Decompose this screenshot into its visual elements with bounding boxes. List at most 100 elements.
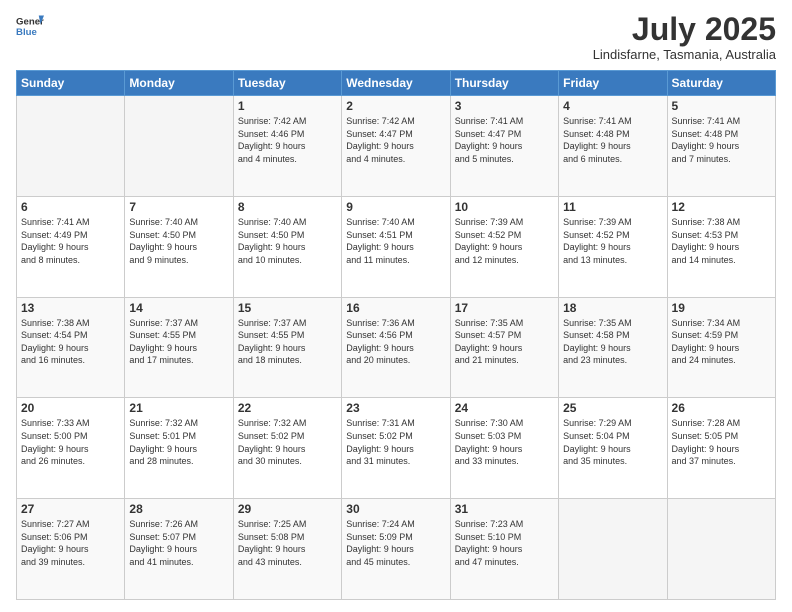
calendar-cell [559, 499, 667, 600]
col-header-saturday: Saturday [667, 71, 775, 96]
svg-text:Blue: Blue [16, 27, 37, 38]
calendar-cell [17, 96, 125, 197]
calendar-cell: 1 Sunrise: 7:42 AMSunset: 4:46 PMDaylight… [233, 96, 341, 197]
day-info: Sunrise: 7:39 AMSunset: 4:52 PMDaylight:… [455, 216, 554, 266]
day-number: 13 [21, 301, 120, 315]
calendar-cell [125, 96, 233, 197]
col-header-tuesday: Tuesday [233, 71, 341, 96]
day-number: 25 [563, 401, 662, 415]
day-info: Sunrise: 7:38 AMSunset: 4:53 PMDaylight:… [672, 216, 771, 266]
calendar-cell: 21Sunrise: 7:32 AMSunset: 5:01 PMDayligh… [125, 398, 233, 499]
day-info: Sunrise: 7:26 AMSunset: 5:07 PMDaylight:… [129, 518, 228, 568]
day-number: 10 [455, 200, 554, 214]
day-number: 3 [455, 99, 554, 113]
calendar-cell: 22Sunrise: 7:32 AMSunset: 5:02 PMDayligh… [233, 398, 341, 499]
calendar-cell: 31Sunrise: 7:23 AMSunset: 5:10 PMDayligh… [450, 499, 558, 600]
calendar-cell: 10 Sunrise: 7:39 AMSunset: 4:52 PMDayligh… [450, 196, 558, 297]
calendar-cell: 27Sunrise: 7:27 AMSunset: 5:06 PMDayligh… [17, 499, 125, 600]
day-info: Sunrise: 7:42 AMSunset: 4:47 PMDaylight:… [346, 115, 445, 165]
day-info: Sunrise: 7:30 AMSunset: 5:03 PMDaylight:… [455, 417, 554, 467]
day-info: Sunrise: 7:37 AMSunset: 4:55 PMDaylight:… [238, 317, 337, 367]
day-info: Sunrise: 7:38 AMSunset: 4:54 PMDaylight:… [21, 317, 120, 367]
day-info: Sunrise: 7:25 AMSunset: 5:08 PMDaylight:… [238, 518, 337, 568]
day-number: 21 [129, 401, 228, 415]
calendar-cell: 25 Sunrise: 7:29 AMSunset: 5:04 PMDayligh… [559, 398, 667, 499]
calendar-cell: 13 Sunrise: 7:38 AMSunset: 4:54 PMDayligh… [17, 297, 125, 398]
day-number: 19 [672, 301, 771, 315]
calendar-cell [667, 499, 775, 600]
day-number: 1 [238, 99, 337, 113]
day-info: Sunrise: 7:40 AMSunset: 4:51 PMDaylight:… [346, 216, 445, 266]
calendar-cell: 4Sunrise: 7:41 AMSunset: 4:48 PMDaylight… [559, 96, 667, 197]
day-info: Sunrise: 7:41 AMSunset: 4:48 PMDaylight:… [563, 115, 662, 165]
calendar-cell: 26 Sunrise: 7:28 AMSunset: 5:05 PMDayligh… [667, 398, 775, 499]
day-number: 17 [455, 301, 554, 315]
day-number: 18 [563, 301, 662, 315]
day-info: Sunrise: 7:36 AMSunset: 4:56 PMDaylight:… [346, 317, 445, 367]
calendar-cell: 15 Sunrise: 7:37 AMSunset: 4:55 PMDayligh… [233, 297, 341, 398]
day-number: 6 [21, 200, 120, 214]
day-number: 26 [672, 401, 771, 415]
col-header-friday: Friday [559, 71, 667, 96]
page: General Blue July 2025 Lindisfarne, Tasm… [0, 0, 792, 612]
day-number: 23 [346, 401, 445, 415]
day-number: 14 [129, 301, 228, 315]
location-subtitle: Lindisfarne, Tasmania, Australia [593, 47, 776, 62]
day-info: Sunrise: 7:39 AMSunset: 4:52 PMDaylight:… [563, 216, 662, 266]
calendar-header-row: SundayMondayTuesdayWednesdayThursdayFrid… [17, 71, 776, 96]
col-header-sunday: Sunday [17, 71, 125, 96]
calendar-cell: 29 Sunrise: 7:25 AMSunset: 5:08 PMDayligh… [233, 499, 341, 600]
col-header-monday: Monday [125, 71, 233, 96]
week-row-0: 1 Sunrise: 7:42 AMSunset: 4:46 PMDaylight… [17, 96, 776, 197]
day-info: Sunrise: 7:24 AMSunset: 5:09 PMDaylight:… [346, 518, 445, 568]
day-number: 27 [21, 502, 120, 516]
day-info: Sunrise: 7:41 AMSunset: 4:48 PMDaylight:… [672, 115, 771, 165]
day-info: Sunrise: 7:29 AMSunset: 5:04 PMDaylight:… [563, 417, 662, 467]
calendar-cell: 19Sunrise: 7:34 AMSunset: 4:59 PMDayligh… [667, 297, 775, 398]
day-number: 15 [238, 301, 337, 315]
calendar-cell: 30Sunrise: 7:24 AMSunset: 5:09 PMDayligh… [342, 499, 450, 600]
calendar-cell: 7Sunrise: 7:40 AMSunset: 4:50 PMDaylight… [125, 196, 233, 297]
day-number: 11 [563, 200, 662, 214]
day-number: 16 [346, 301, 445, 315]
day-info: Sunrise: 7:28 AMSunset: 5:05 PMDaylight:… [672, 417, 771, 467]
logo: General Blue [16, 12, 44, 40]
day-info: Sunrise: 7:42 AMSunset: 4:46 PMDaylight:… [238, 115, 337, 165]
calendar-cell: 3 Sunrise: 7:41 AMSunset: 4:47 PMDaylight… [450, 96, 558, 197]
day-info: Sunrise: 7:33 AMSunset: 5:00 PMDaylight:… [21, 417, 120, 467]
day-number: 12 [672, 200, 771, 214]
day-number: 8 [238, 200, 337, 214]
calendar-cell: 14 Sunrise: 7:37 AMSunset: 4:55 PMDayligh… [125, 297, 233, 398]
day-number: 28 [129, 502, 228, 516]
day-info: Sunrise: 7:41 AMSunset: 4:47 PMDaylight:… [455, 115, 554, 165]
day-info: Sunrise: 7:31 AMSunset: 5:02 PMDaylight:… [346, 417, 445, 467]
day-info: Sunrise: 7:40 AMSunset: 4:50 PMDaylight:… [238, 216, 337, 266]
month-year-title: July 2025 [593, 12, 776, 47]
day-number: 24 [455, 401, 554, 415]
calendar-cell: 6 Sunrise: 7:41 AMSunset: 4:49 PMDaylight… [17, 196, 125, 297]
calendar-cell: 20 Sunrise: 7:33 AMSunset: 5:00 PMDayligh… [17, 398, 125, 499]
day-number: 9 [346, 200, 445, 214]
calendar-cell: 28 Sunrise: 7:26 AMSunset: 5:07 PMDayligh… [125, 499, 233, 600]
calendar-cell: 8 Sunrise: 7:40 AMSunset: 4:50 PMDaylight… [233, 196, 341, 297]
calendar-table: SundayMondayTuesdayWednesdayThursdayFrid… [16, 70, 776, 600]
week-row-3: 20 Sunrise: 7:33 AMSunset: 5:00 PMDayligh… [17, 398, 776, 499]
week-row-1: 6 Sunrise: 7:41 AMSunset: 4:49 PMDaylight… [17, 196, 776, 297]
calendar-cell: 18Sunrise: 7:35 AMSunset: 4:58 PMDayligh… [559, 297, 667, 398]
calendar-cell: 11 Sunrise: 7:39 AMSunset: 4:52 PMDayligh… [559, 196, 667, 297]
col-header-wednesday: Wednesday [342, 71, 450, 96]
day-info: Sunrise: 7:35 AMSunset: 4:57 PMDaylight:… [455, 317, 554, 367]
day-number: 29 [238, 502, 337, 516]
day-number: 20 [21, 401, 120, 415]
calendar-cell: 9 Sunrise: 7:40 AMSunset: 4:51 PMDaylight… [342, 196, 450, 297]
day-info: Sunrise: 7:32 AMSunset: 5:02 PMDaylight:… [238, 417, 337, 467]
day-info: Sunrise: 7:41 AMSunset: 4:49 PMDaylight:… [21, 216, 120, 266]
header: General Blue July 2025 Lindisfarne, Tasm… [16, 12, 776, 62]
day-info: Sunrise: 7:37 AMSunset: 4:55 PMDaylight:… [129, 317, 228, 367]
day-info: Sunrise: 7:23 AMSunset: 5:10 PMDaylight:… [455, 518, 554, 568]
week-row-4: 27Sunrise: 7:27 AMSunset: 5:06 PMDayligh… [17, 499, 776, 600]
week-row-2: 13 Sunrise: 7:38 AMSunset: 4:54 PMDayligh… [17, 297, 776, 398]
day-number: 2 [346, 99, 445, 113]
calendar-cell: 23 Sunrise: 7:31 AMSunset: 5:02 PMDayligh… [342, 398, 450, 499]
calendar-cell: 24 Sunrise: 7:30 AMSunset: 5:03 PMDayligh… [450, 398, 558, 499]
